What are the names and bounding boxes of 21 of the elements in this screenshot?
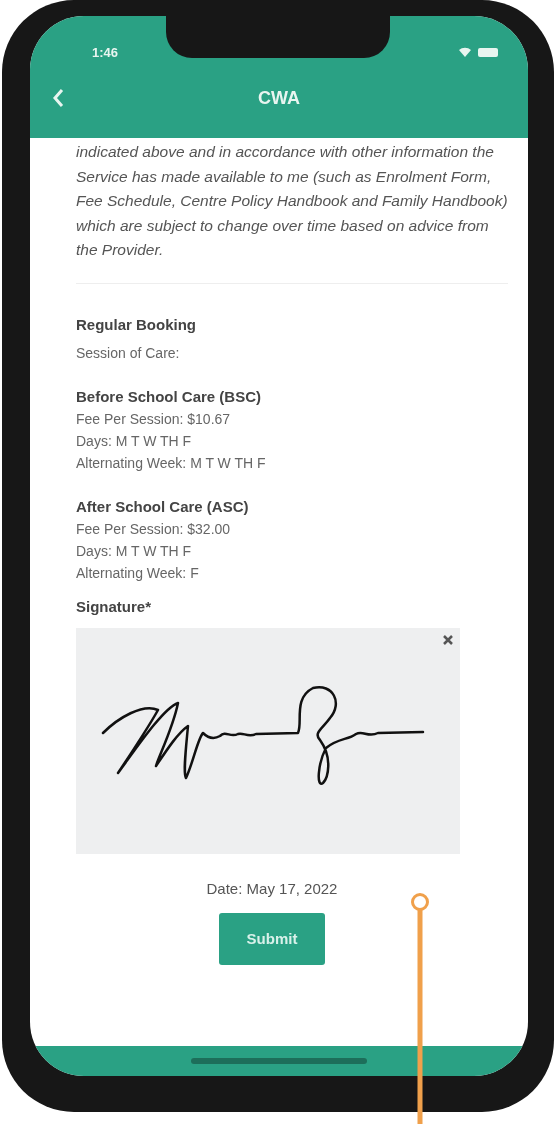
status-time: 1:46 [92, 44, 119, 60]
session-detail: Fee Per Session: $10.67 [76, 409, 232, 429]
close-icon[interactable] [442, 633, 454, 646]
back-icon[interactable] [52, 88, 64, 108]
section-subtitle: Session of Care: [76, 343, 181, 363]
signature-date: Date: May 17, 2022 [205, 879, 339, 897]
session-detail: Days: M T W TH F [76, 541, 193, 561]
agreement-text: indicated above and in accordance with other information the Service has made available to me (such as Enrolment Form, Fee Schedule, Centre Policy Handbook and Family Handbook) which are subject to change over time based on advice from the Provider. [76, 138, 508, 284]
session-detail: Alternating Week: M T W TH F [76, 453, 267, 473]
session-title: Before School Care (BSC) [76, 386, 263, 407]
session-detail: Days: M T W TH F [76, 431, 193, 451]
signature-pad[interactable] [76, 627, 460, 854]
battery-icon [478, 47, 498, 57]
wifi-icon [458, 46, 472, 58]
session-detail: Fee Per Session: $32.00 [76, 519, 232, 539]
submit-button[interactable]: Submit [219, 912, 325, 965]
session-title: After School Care (ASC) [76, 496, 250, 517]
signature-label: Signature* [76, 596, 152, 617]
screen-title: CWA [258, 87, 300, 109]
section-heading: Regular Booking [76, 314, 197, 335]
session-detail: Alternating Week: F [76, 563, 200, 583]
